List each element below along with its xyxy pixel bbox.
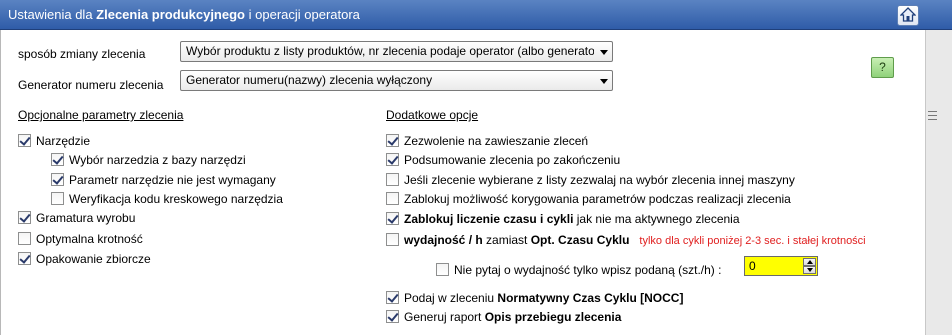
option-label-bold: Opis przebiegu zlecenia <box>484 310 622 324</box>
title-suffix: i operacji operatora <box>248 7 360 22</box>
additional-options-heading: Dodatkowe opcje <box>386 108 479 122</box>
home-button[interactable] <box>897 5 919 26</box>
checkbox[interactable] <box>51 153 64 166</box>
option-label-mid: zamiast <box>486 233 528 247</box>
generator-label: Generator numeru zlecenia <box>18 78 164 92</box>
throughput-stepper[interactable] <box>803 258 816 274</box>
checkbox[interactable] <box>386 173 399 186</box>
option-label-rest: jak nie ma aktywnego zlecenia <box>576 212 740 226</box>
scrollbar[interactable] <box>925 30 952 335</box>
option-label: Weryfikacja kodu kreskowego narzędzia <box>69 192 283 206</box>
change-mode-value: Wybór produktu z listy produktów, nr zle… <box>186 44 594 58</box>
home-icon <box>900 7 916 22</box>
checkbox[interactable] <box>386 212 399 225</box>
option-label: Zablokuj możliwość korygowania parametró… <box>404 192 791 206</box>
option-label-bold: Zablokuj liczenie czasu i cykli <box>404 212 574 226</box>
change-mode-label: sposób zmiany zlecenia <box>18 47 146 61</box>
checkbox[interactable] <box>386 134 399 147</box>
option-label: Podaj w zleceniu Normatywny Czas Cyklu [… <box>404 291 683 305</box>
checkbox[interactable] <box>386 192 399 205</box>
stepper-down-icon[interactable] <box>803 266 816 274</box>
option-label-bold: wydajność / h <box>404 233 483 247</box>
generator-select[interactable]: Generator numeru(nazwy) zlecenia wyłączo… <box>180 70 613 91</box>
option-label: Wybór narzedzia z bazy narzędzi <box>69 153 246 167</box>
option-label-bold: Normatywny Czas Cyklu [NOCC] <box>497 291 684 305</box>
checkbox[interactable] <box>18 211 31 224</box>
checkbox[interactable] <box>51 173 64 186</box>
generator-value: Generator numeru(nazwy) zlecenia wyłączo… <box>186 73 433 87</box>
option-label-prefix: Generuj raport <box>404 310 482 324</box>
window-titlebar: Ustawienia dla Zlecenia produkcyjnego i … <box>0 0 952 30</box>
option-label: Zablokuj liczenie czasu i cykli jak nie … <box>404 212 740 226</box>
option-label: Podsumowanie zlecenia po zakończeniu <box>404 153 621 167</box>
option-label: Parametr narzędzie nie jest wymagany <box>69 173 276 187</box>
optional-params-heading: Opcjonalne parametry zlecenia <box>18 108 184 122</box>
option-label: Gramatura wyrobu <box>36 211 136 225</box>
checkbox[interactable] <box>18 252 31 265</box>
checkbox[interactable] <box>436 263 449 276</box>
option-label: wydajność / h zamiast Opt. Czasu Cyklu t… <box>404 233 866 247</box>
help-button[interactable]: ? <box>871 57 894 78</box>
option-label: Zezwolenie na zawieszanie zleceń <box>404 134 589 148</box>
chevron-down-icon <box>600 79 608 84</box>
window-title: Ustawienia dla Zlecenia produkcyjnego i … <box>8 7 360 22</box>
change-mode-select[interactable]: Wybór produktu z listy produktów, nr zle… <box>180 41 613 62</box>
throughput-value: 0 <box>749 259 756 273</box>
option-label: Jeśli zlecenie wybierane z listy zezwala… <box>404 173 795 187</box>
checkbox[interactable] <box>51 192 64 205</box>
title-bold: Zlecenia produkcyjnego <box>96 7 245 22</box>
option-label: Optymalna krotność <box>36 232 143 246</box>
checkbox[interactable] <box>18 232 31 245</box>
checkbox[interactable] <box>386 153 399 166</box>
option-label: Nie pytaj o wydajność tylko wpisz podaną… <box>454 263 722 277</box>
checkbox[interactable] <box>386 310 399 323</box>
title-prefix: Ustawienia dla <box>8 7 93 22</box>
throughput-input[interactable]: 0 <box>744 256 818 276</box>
chevron-down-icon <box>600 50 608 55</box>
option-label: Opakowanie zbiorcze <box>36 252 151 266</box>
option-label: Narzędzie <box>36 134 91 148</box>
throughput-note: tylko dla cykli poniżej 2-3 sec. i stałe… <box>639 235 866 247</box>
stepper-up-icon[interactable] <box>803 258 816 266</box>
checkbox[interactable] <box>386 291 399 304</box>
scroll-grip-icon[interactable] <box>928 110 937 120</box>
option-label: Generuj raport Opis przebiegu zlecenia <box>404 310 621 324</box>
checkbox[interactable] <box>386 233 399 246</box>
option-label-bold-2: Opt. Czasu Cyklu <box>530 233 630 247</box>
option-label-prefix: Podaj w zleceniu <box>404 291 495 305</box>
checkbox[interactable] <box>18 134 31 147</box>
